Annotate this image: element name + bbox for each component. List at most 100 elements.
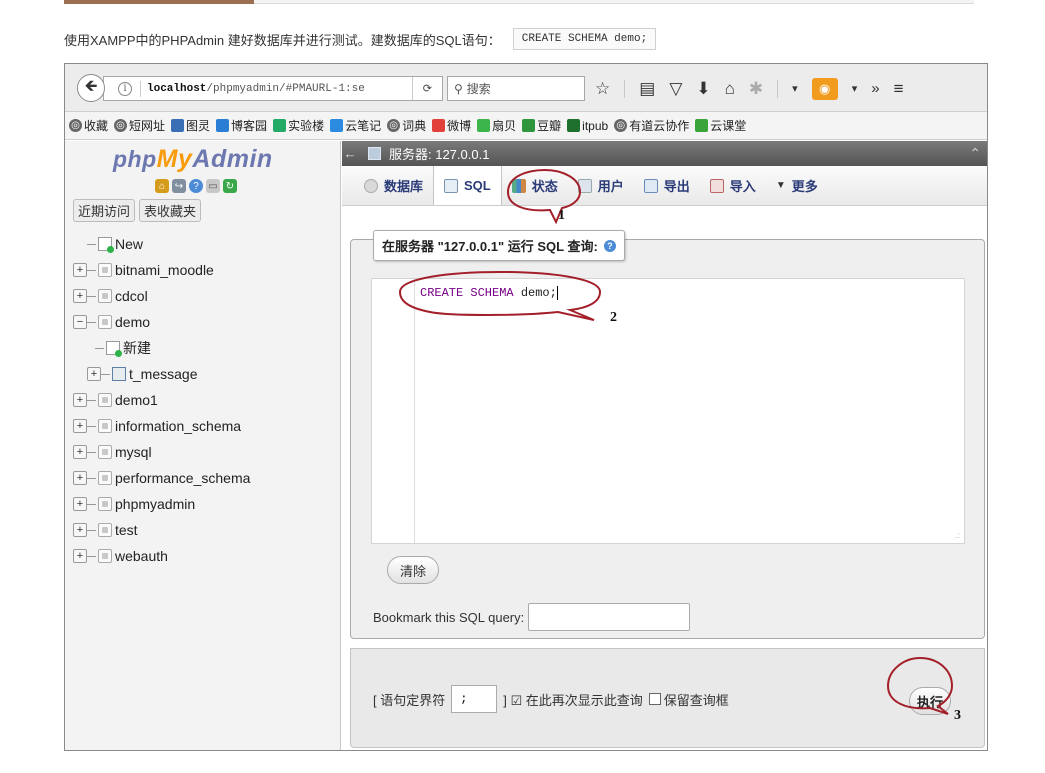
bookmark-item[interactable]: ◎ 有道云协作 [614,117,689,134]
resize-handle-icon[interactable]: .: [956,531,960,540]
dropdown-icon[interactable]: ▾ [792,82,798,95]
show-again-option[interactable]: ] ☑ 在此再次显示此查询 [503,690,643,709]
download-icon[interactable]: ⬇ [696,79,710,99]
bookmark-item[interactable]: 微博 [432,117,471,134]
tree-item[interactable]: + mysql [73,439,333,465]
tree-item[interactable]: + test [73,517,333,543]
star-icon[interactable]: ☆ [595,79,610,99]
tab-export-label: 导出 [663,179,690,194]
collapse-icon[interactable]: − [73,315,87,329]
expand-icon[interactable]: + [73,289,87,303]
back-arrow-icon: 🡸 [84,77,98,95]
menu-icon[interactable]: ≡ [894,79,904,99]
address-bar[interactable]: i localhost/phpmyadmin/#PMAURL-1:se ⟳ [103,76,443,101]
bookmark-item[interactable]: 扇贝 [477,117,516,134]
extension-icon[interactable]: ✱ [749,79,763,99]
tree-item[interactable]: − demo [73,309,333,335]
tree-item[interactable]: + webauth [73,543,333,569]
retain-query-option[interactable]: 保留查询框 [648,690,729,709]
tree-line [87,295,96,297]
expand-icon[interactable]: + [87,367,101,381]
tree-item[interactable]: + performance_schema [73,465,333,491]
database-icon [364,178,378,193]
reload-icon[interactable]: ↻ [223,179,237,193]
tree-item-label: bitnami_moodle [115,262,214,278]
tree-item[interactable]: + phpmyadmin [73,491,333,517]
collapse-top-icon[interactable]: ⌃ [969,145,981,162]
new-database-icon [98,237,114,253]
tab-export[interactable]: 导出 [634,166,700,205]
bookmark-label: 博客园 [231,119,268,133]
expand-icon[interactable]: + [73,497,87,511]
cloud-class-icon [695,119,709,132]
home-icon[interactable]: ⌂ [725,79,735,99]
expand-icon[interactable]: + [73,419,87,433]
info-icon[interactable]: i [118,81,132,96]
bookmark-item[interactable]: ◎ 词典 [387,117,426,134]
expand-icon[interactable]: + [73,471,87,485]
bookmark-item[interactable]: ◎ 收藏 [69,117,108,134]
search-field[interactable]: ⚲ 搜索 [447,76,585,101]
expand-icon[interactable]: + [73,445,87,459]
tab-databases[interactable]: 数据库 [354,166,433,205]
pocket-icon[interactable]: ▽ [669,79,682,99]
tab-sql[interactable]: SQL [433,166,502,205]
expand-icon[interactable]: + [73,549,87,563]
expand-icon[interactable]: + [73,263,87,277]
globe-icon: ◎ [614,119,628,132]
tree-item[interactable]: + cdcol [73,283,333,309]
expand-icon[interactable]: + [73,523,87,537]
tab-import[interactable]: 导入 [700,166,766,205]
reload-icon[interactable]: ⟳ [411,77,442,100]
home-icon[interactable]: ⌂ [155,179,169,193]
bookmark-item[interactable]: itpub [567,119,608,133]
bookmark-item[interactable]: 豆瓣 [522,117,561,134]
server-label[interactable]: 服务器: 127.0.0.1 [389,144,489,163]
delimiter-input[interactable] [451,685,498,713]
bookmark-label: Bookmark this SQL query: [373,609,525,625]
expand-icon[interactable]: + [73,393,87,407]
bookmark-item[interactable]: 博客园 [216,117,267,134]
url-separator [140,80,141,97]
bookmark-label: 词典 [402,119,427,133]
bookmark-item[interactable]: 实验楼 [273,117,324,134]
sql-icon [444,178,459,193]
clear-button[interactable]: 清除 [387,556,439,584]
top-menu: 数据库 SQL 状态 用户 导出 导入 ▼ 更多 [342,166,987,206]
tab-recent[interactable]: 近期访问 [73,199,136,222]
globe-icon: ◎ [69,119,82,132]
tree-item[interactable]: New [73,231,333,257]
nav-tabs: 近期访问 表收藏夹 [73,199,202,222]
globe-icon: ◎ [387,119,401,132]
exit-icon[interactable]: ↪ [172,179,186,193]
database-icon [98,523,112,537]
tampermonkey-icon[interactable]: ◉ [811,77,838,100]
bookmark-row: Bookmark this SQL query: [373,603,691,631]
tree-item[interactable]: + t_message [73,361,333,387]
bookmark-item[interactable]: ◎ 短网址 [114,117,165,134]
bookmark-input[interactable] [528,603,691,631]
database-icon [98,393,112,407]
phpmyadmin-logo[interactable]: phpMyAdmin [113,145,273,174]
retain-checkbox[interactable] [648,693,661,705]
bookmark-item[interactable]: 图灵 [171,117,210,134]
reading-list-icon[interactable]: ▤ [639,79,655,99]
overflow-icon[interactable]: » [871,80,879,97]
back-button[interactable]: 🡸 [77,74,105,102]
tree-item[interactable]: + information_schema [73,413,333,439]
help-icon[interactable]: ? [189,179,203,193]
collapse-left-icon[interactable]: ← [342,146,358,161]
tree-item[interactable]: + demo1 [73,387,333,413]
help-icon[interactable]: ? [603,239,616,252]
bookmark-item[interactable]: 云笔记 [330,117,381,134]
tab-favorites[interactable]: 表收藏夹 [139,199,202,222]
database-icon [98,549,112,563]
database-icon [98,315,112,329]
tree-item[interactable]: + bitnami_moodle [73,257,333,283]
tree-item[interactable]: 新建 [73,335,333,361]
dropdown-icon[interactable]: ▾ [852,82,858,95]
bookmarks-bar: ◎ 收藏 ◎ 短网址 图灵 博客园 实验楼 云笔记 ◎ 词典 微博 扇贝 豆瓣 itpub ◎ 有道云协作 云课… [65,112,987,140]
tab-more[interactable]: ▼ 更多 [766,166,828,205]
bookmark-item[interactable]: 云课堂 [695,117,746,134]
docs-icon[interactable]: ▭ [206,179,220,193]
